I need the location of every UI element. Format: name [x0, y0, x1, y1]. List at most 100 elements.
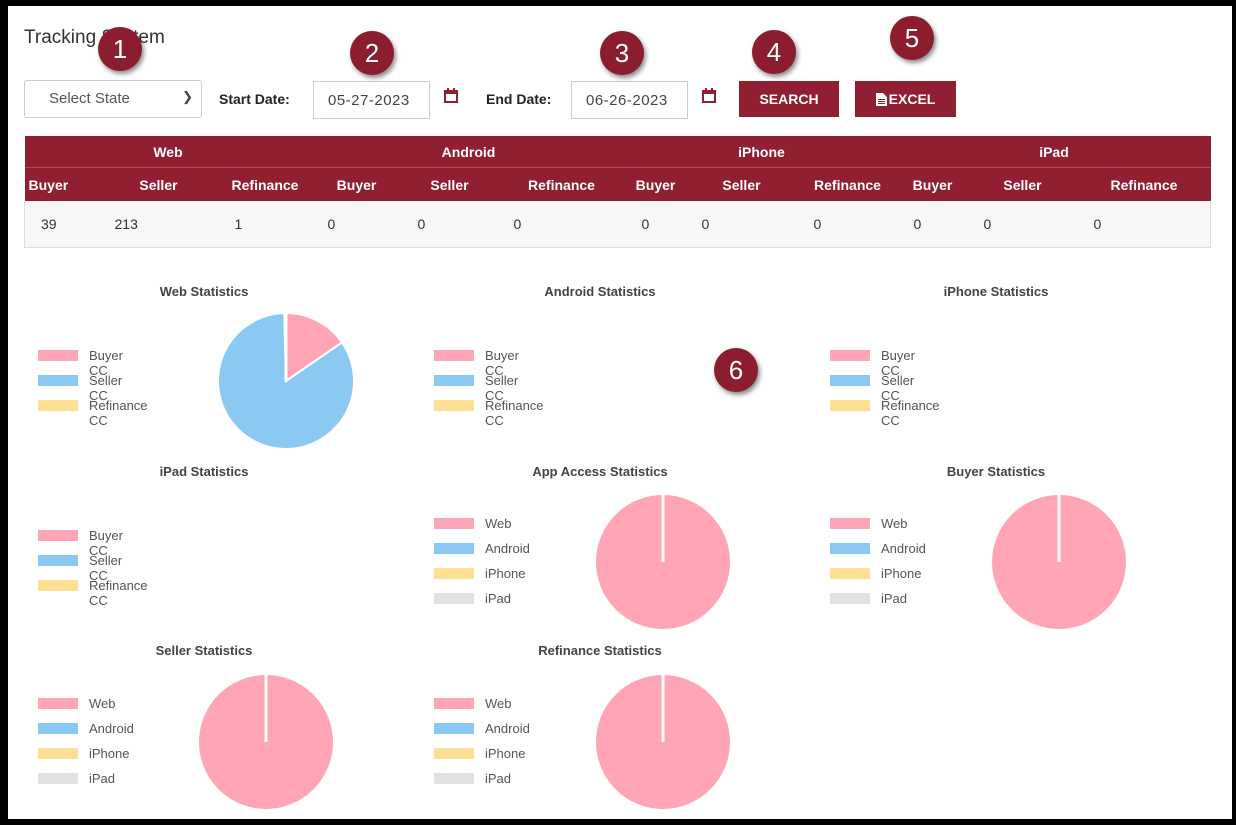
annotation-marker-2: 2	[350, 31, 394, 75]
pie-chart[interactable]	[196, 672, 336, 812]
column-header: Refinance	[218, 167, 312, 201]
legend-swatch	[830, 400, 870, 411]
chart-title: iPad Statistics	[159, 464, 249, 479]
group-header-android: Android	[311, 136, 626, 168]
column-header: Seller	[967, 167, 1078, 201]
legend-label: Refinance CC	[89, 398, 148, 428]
legend-swatch	[830, 593, 870, 604]
pie-chart[interactable]	[593, 672, 733, 812]
column-header: Refinance	[797, 167, 898, 201]
legend-swatch	[434, 773, 474, 784]
page-title: Tracking System	[24, 27, 165, 48]
device-stats-table: Web Android iPhone iPad Buyer Seller Ref…	[24, 136, 1211, 248]
legend-swatch	[38, 580, 78, 591]
chart-title: Refinance Statistics	[538, 643, 662, 658]
legend-label: iPhone	[881, 566, 922, 581]
table-cell: 0	[897, 201, 968, 248]
legend-label: Web	[89, 696, 116, 711]
table-cell: 0	[497, 201, 626, 248]
start-date-input[interactable]: 05-27-2023	[313, 81, 430, 119]
annotation-marker-6: 6	[714, 348, 758, 392]
legend-label: Android	[485, 721, 530, 736]
legend-label: iPad	[89, 771, 116, 786]
legend-label: iPhone	[485, 566, 526, 581]
table-cell: 39	[24, 201, 99, 248]
excel-button-label: EXCEL	[888, 91, 936, 107]
legend-swatch	[830, 350, 870, 361]
table-cell: 1	[218, 201, 312, 248]
column-header: Buyer	[897, 167, 968, 201]
annotation-marker-1: 1	[98, 27, 142, 71]
start-date-label: Start Date:	[219, 91, 290, 107]
legend-swatch	[434, 543, 474, 554]
chevron-down-icon: ❯	[182, 89, 193, 104]
table-cell: 213	[98, 201, 219, 248]
annotation-marker-4: 4	[752, 30, 796, 74]
table-group-header: Web Android iPhone iPad	[24, 136, 1211, 168]
table-row: 39 213 1 0 0 0 0 0 0 0 0 0	[24, 201, 1211, 248]
legend-label: Android	[89, 721, 134, 736]
group-header-web: Web	[24, 136, 312, 168]
table-cell: 0	[401, 201, 498, 248]
table-column-header: Buyer Seller Refinance Buyer Seller Refi…	[24, 167, 1211, 201]
table-cell: 0	[967, 201, 1078, 248]
legend-label: iPhone	[485, 746, 526, 761]
legend-swatch	[830, 568, 870, 579]
legend-swatch	[434, 400, 474, 411]
legend-swatch	[434, 723, 474, 734]
legend-label: Web	[485, 516, 512, 531]
legend-swatch	[38, 748, 78, 759]
legend-label: Web	[881, 516, 908, 531]
pie-chart[interactable]	[216, 311, 356, 451]
column-header: Buyer	[24, 167, 99, 201]
legend-label: iPad	[485, 771, 512, 786]
chart-title: Buyer Statistics	[946, 464, 1046, 479]
legend-swatch	[434, 748, 474, 759]
legend-label: Web	[485, 696, 512, 711]
legend-label: Refinance CC	[89, 578, 148, 608]
legend-swatch	[38, 375, 78, 386]
legend-swatch	[38, 555, 78, 566]
pie-chart[interactable]	[593, 492, 733, 632]
legend-swatch	[434, 593, 474, 604]
chart-title: Android Statistics	[544, 284, 656, 299]
table-cell: 0	[1077, 201, 1211, 248]
legend-label: Refinance CC	[485, 398, 544, 428]
column-header: Buyer	[625, 167, 686, 201]
legend-swatch	[38, 723, 78, 734]
legend-swatch	[38, 530, 78, 541]
legend-label: iPad	[881, 591, 908, 606]
table-cell: 0	[685, 201, 798, 248]
legend-label: Android	[485, 541, 530, 556]
annotation-marker-3: 3	[600, 31, 644, 75]
annotation-marker-5: 5	[890, 16, 934, 60]
chart-title: Seller Statistics	[155, 643, 253, 658]
legend-swatch	[434, 350, 474, 361]
table-cell: 0	[311, 201, 402, 248]
table-cell: 0	[797, 201, 898, 248]
pie-chart[interactable]	[989, 492, 1129, 632]
legend-swatch	[830, 375, 870, 386]
legend-swatch	[434, 375, 474, 386]
file-icon	[875, 93, 887, 106]
legend-swatch	[434, 698, 474, 709]
legend-swatch	[830, 518, 870, 529]
legend-label: Android	[881, 541, 926, 556]
calendar-icon[interactable]	[443, 88, 459, 104]
column-header: Seller	[685, 167, 798, 201]
state-select[interactable]: Select State ❯	[24, 80, 202, 118]
group-header-ipad: iPad	[897, 136, 1211, 168]
legend-swatch	[38, 400, 78, 411]
legend-label: Refinance CC	[881, 398, 940, 428]
legend-swatch	[38, 698, 78, 709]
group-header-iphone: iPhone	[625, 136, 898, 168]
legend-swatch	[434, 568, 474, 579]
legend-swatch	[38, 773, 78, 784]
chart-title: Web Statistics	[159, 284, 249, 299]
excel-button[interactable]: EXCEL	[855, 81, 956, 117]
search-button[interactable]: SEARCH	[739, 81, 839, 117]
chart-title: iPhone Statistics	[943, 284, 1049, 299]
column-header: Seller	[98, 167, 219, 201]
calendar-icon[interactable]	[701, 88, 717, 104]
end-date-input[interactable]: 06-26-2023	[571, 81, 688, 119]
